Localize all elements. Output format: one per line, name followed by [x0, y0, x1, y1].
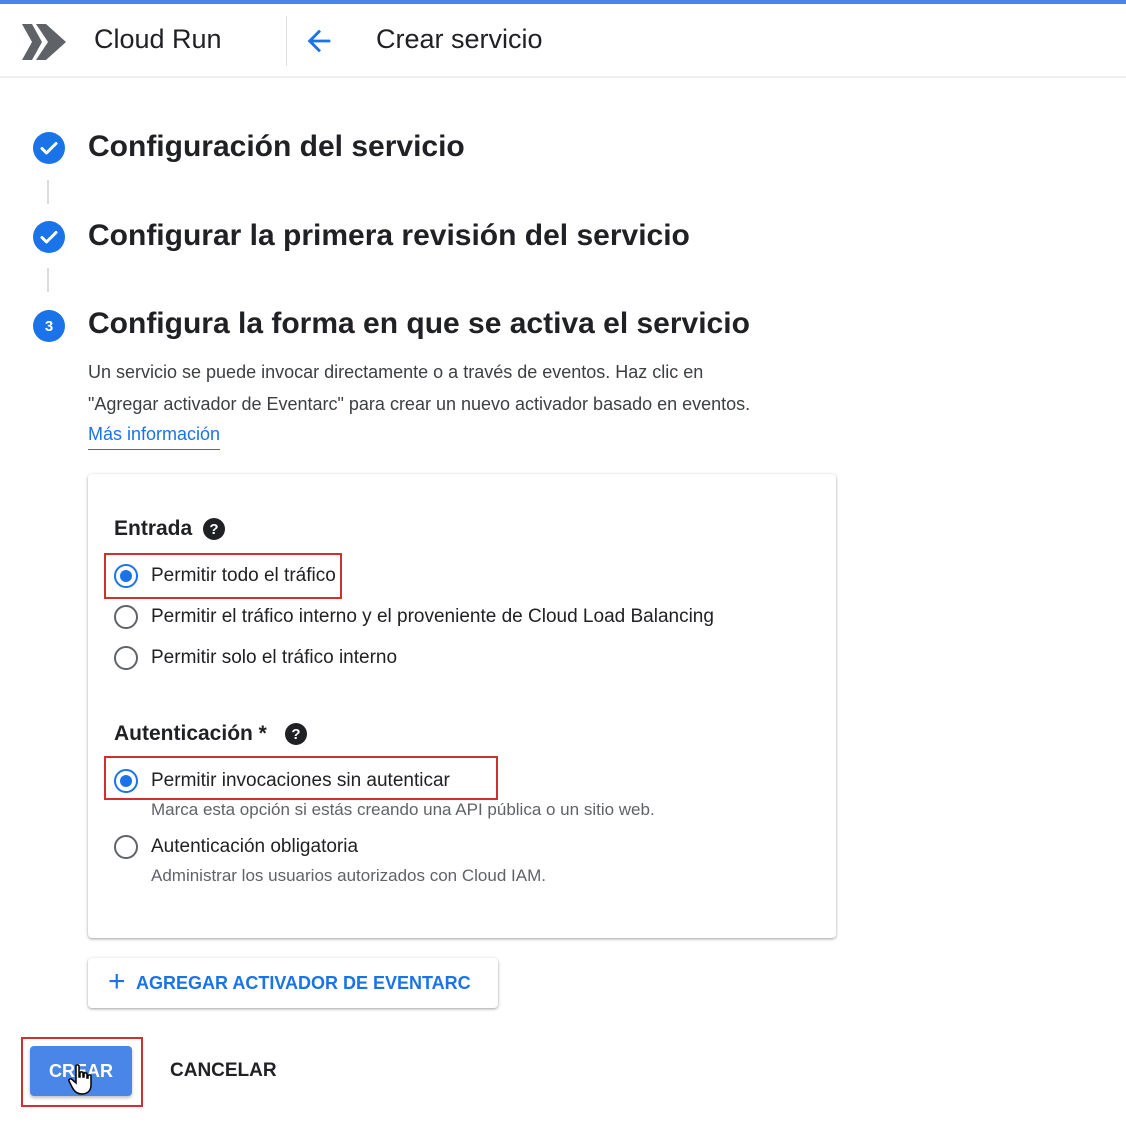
ingress-radio-internal-lb[interactable] [114, 605, 138, 629]
step-description-line-2: "Agregar activador de Eventarc" para cre… [88, 394, 751, 414]
step-connector [47, 268, 49, 292]
ingress-label: Entrada [114, 517, 193, 540]
step-connector [47, 180, 49, 204]
step-description-line-1: Un servicio se puede invocar directament… [88, 362, 704, 382]
check-circle-icon [33, 221, 65, 253]
ingress-option-internal-lb-label[interactable]: Permitir el tráfico interno y el proveni… [151, 606, 714, 628]
auth-option-required-label[interactable]: Autenticación obligatoria [151, 836, 358, 858]
hand-cursor-icon [68, 1064, 92, 1095]
help-icon[interactable]: ? [284, 722, 308, 746]
step-number-icon: 3 [33, 310, 65, 342]
cloud-run-logo-icon [22, 24, 66, 60]
app-title: Cloud Run [94, 24, 222, 54]
top-header: Cloud Run Crear servicio [0, 4, 1126, 78]
learn-more-link[interactable]: Más información [88, 424, 221, 450]
ingress-option-all-label[interactable]: Permitir todo el tráfico [151, 565, 336, 587]
svg-text:?: ? [291, 726, 300, 743]
page-title: Crear servicio [376, 24, 543, 54]
step-2-title[interactable]: Configurar la primera revisión del servi… [88, 219, 690, 253]
plus-icon: + [108, 965, 126, 998]
auth-label: Autenticación * [114, 722, 267, 745]
auth-option-required-hint: Administrar los usuarios autorizados con… [151, 866, 546, 885]
auth-option-unauthenticated-hint: Marca esta opción si estás creando una A… [151, 800, 655, 819]
trigger-settings-card: Entrada ? Permitir todo el tráfico Permi… [88, 474, 836, 938]
svg-text:3: 3 [45, 318, 53, 335]
svg-text:?: ? [209, 521, 218, 538]
ingress-option-internal-label[interactable]: Permitir solo el tráfico interno [151, 647, 397, 669]
auth-radio-required[interactable] [114, 835, 138, 859]
cancel-button[interactable]: CANCELAR [170, 1060, 277, 1082]
add-eventarc-trigger-label: AGREGAR ACTIVADOR DE EVENTARC [136, 973, 471, 993]
auth-radio-unauthenticated[interactable] [114, 769, 138, 793]
ingress-radio-internal[interactable] [114, 646, 138, 670]
step-3-title: Configura la forma en que se activa el s… [88, 307, 750, 340]
check-circle-icon [33, 132, 65, 164]
ingress-radio-all[interactable] [114, 564, 138, 588]
add-eventarc-trigger-button[interactable]: + AGREGAR ACTIVADOR DE EVENTARC [88, 958, 498, 1008]
auth-option-unauthenticated-label[interactable]: Permitir invocaciones sin autenticar [151, 770, 450, 792]
arrow-back-icon[interactable] [302, 24, 336, 58]
step-1-title[interactable]: Configuración del servicio [88, 130, 465, 164]
help-icon[interactable]: ? [202, 517, 226, 541]
header-divider [286, 16, 287, 66]
